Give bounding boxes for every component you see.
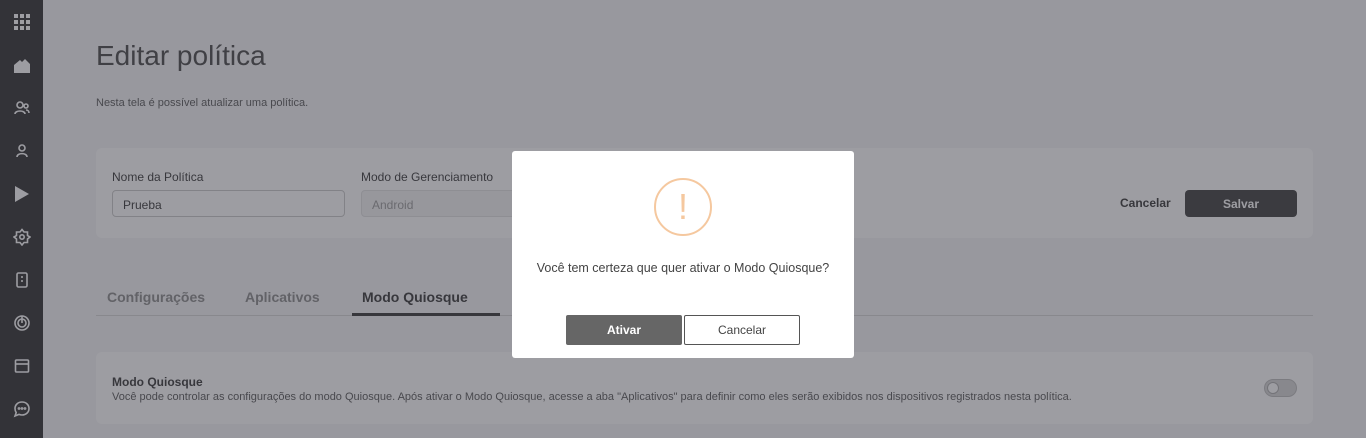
activate-button[interactable]: Ativar	[566, 315, 682, 345]
warning-icon: !	[654, 178, 712, 236]
confirm-dialog: ! Você tem certeza que quer ativar o Mod…	[512, 151, 854, 358]
dialog-cancel-button[interactable]: Cancelar	[684, 315, 800, 345]
dialog-message: Você tem certeza que quer ativar o Modo …	[536, 261, 830, 275]
